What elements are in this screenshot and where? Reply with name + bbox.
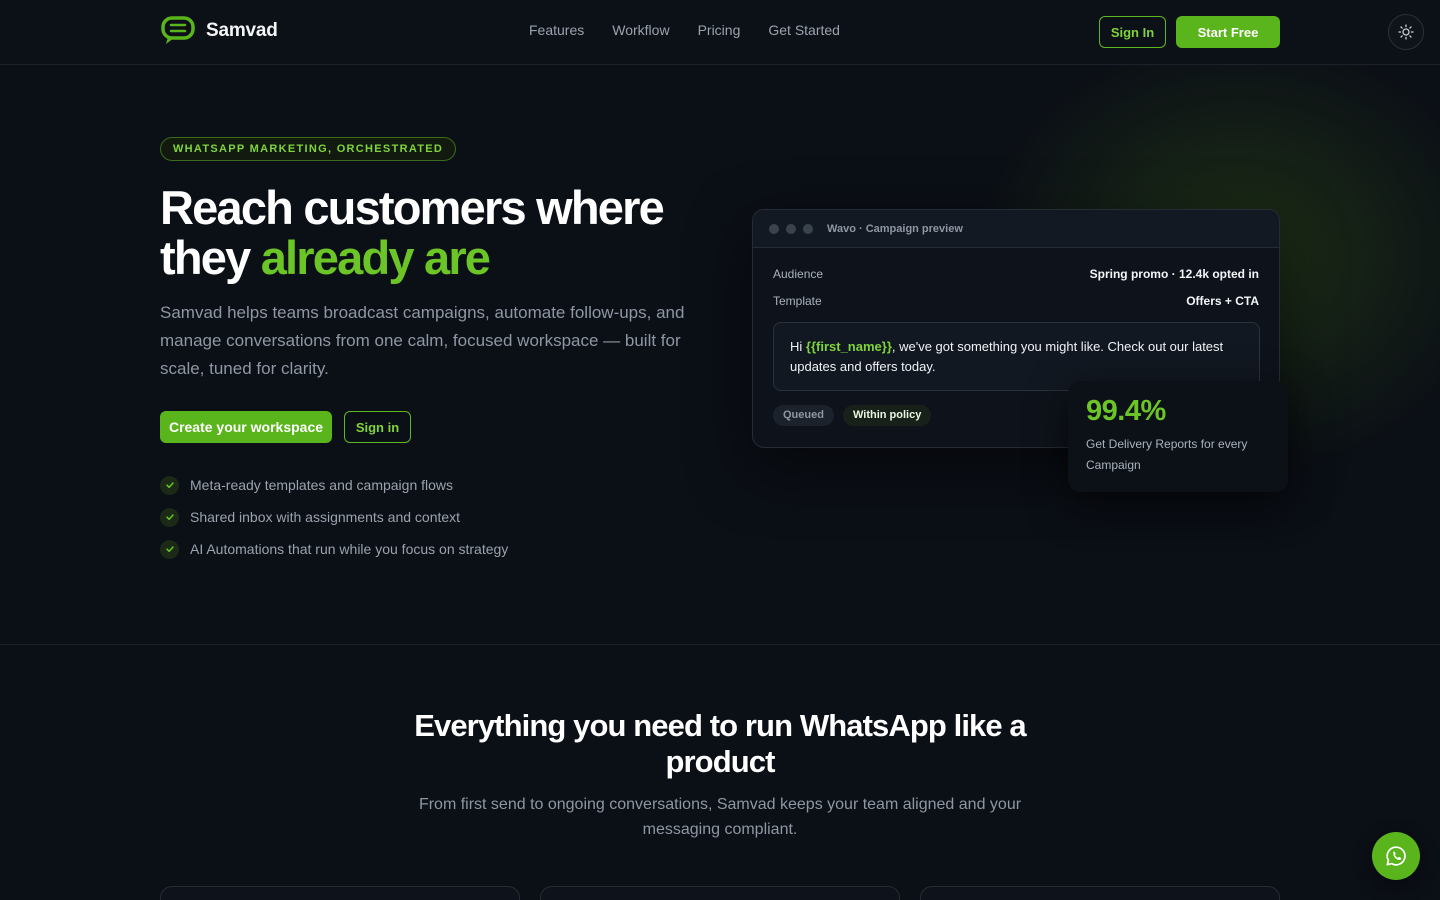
- delivery-stat-card: 99.4% Get Delivery Reports for every Cam…: [1068, 381, 1288, 492]
- hero-subtitle: Samvad helps teams broadcast campaigns, …: [160, 303, 685, 378]
- top-nav: Samvad Features Workflow Pricing Get Sta…: [0, 0, 1440, 65]
- audience-value: Spring promo · 12.4k opted in: [1089, 267, 1259, 281]
- feature-list: Meta-ready templates and campaign flows …: [160, 469, 508, 565]
- feature-card: [540, 886, 900, 900]
- window-dot-icon: [786, 223, 796, 234]
- check-icon: [160, 539, 179, 559]
- check-icon: [160, 475, 179, 495]
- hero-title-line1: Reach customers where: [160, 181, 665, 234]
- message-prefix: Hi: [790, 339, 806, 354]
- nav-sign-in-button[interactable]: Sign In: [1099, 16, 1166, 48]
- hero-sign-in-button[interactable]: Sign in: [344, 411, 411, 443]
- message-variable: {{first_name}}: [805, 339, 892, 354]
- audience-label: Audience: [773, 267, 824, 281]
- preview-window-title: Wavo · Campaign preview: [827, 222, 963, 235]
- feature-text: AI Automations that run while you focus …: [190, 541, 509, 557]
- sun-icon: [1398, 24, 1414, 40]
- eyebrow-badge: WHATSAPP MARKETING, ORCHESTRATED: [160, 137, 457, 161]
- feature-item: Shared inbox with assignments and contex…: [160, 501, 508, 533]
- template-row: Template Offers + CTA: [773, 294, 1259, 308]
- features-section: Everything you need to run WhatsApp like…: [0, 646, 1440, 900]
- feature-item: Meta-ready templates and campaign flows: [160, 469, 508, 501]
- feature-card: [160, 886, 520, 900]
- delivery-rate-label: Get Delivery Reports for every Campaign: [1086, 437, 1248, 472]
- delivery-rate-value: 99.4%: [1086, 395, 1166, 427]
- theme-toggle-button[interactable]: [1388, 14, 1424, 50]
- nav-links: Features Workflow Pricing Get Started: [529, 22, 840, 38]
- hero-title: Reach customers where they already are: [160, 183, 720, 283]
- feature-card: [920, 886, 1280, 900]
- template-value: Offers + CTA: [1186, 294, 1259, 308]
- chat-bubble-logo-icon: [161, 16, 195, 44]
- nav-link-features[interactable]: Features: [529, 22, 584, 38]
- nav-link-pricing[interactable]: Pricing: [698, 22, 741, 38]
- feature-item: AI Automations that run while you focus …: [160, 533, 508, 565]
- section-subtitle: From first send to ongoing conversations…: [418, 796, 1022, 838]
- check-icon: [160, 507, 179, 527]
- feature-text: Meta-ready templates and campaign flows: [190, 477, 454, 493]
- section-title: Everything you need to run WhatsApp like…: [414, 708, 1026, 779]
- nav-start-free-button[interactable]: Start Free: [1176, 16, 1280, 48]
- hero-title-line2: they: [160, 231, 261, 284]
- status-badge-policy: Within policy: [843, 405, 932, 426]
- preview-window-header: Wavo · Campaign preview: [753, 210, 1279, 248]
- hero-title-accent: already are: [260, 231, 491, 284]
- whatsapp-icon: [1386, 846, 1406, 866]
- brand-name: Samvad: [206, 20, 278, 41]
- create-workspace-button[interactable]: Create your workspace: [160, 411, 332, 443]
- nav-link-workflow[interactable]: Workflow: [612, 22, 669, 38]
- feature-text: Shared inbox with assignments and contex…: [190, 509, 461, 525]
- template-label: Template: [773, 294, 822, 308]
- audience-row: Audience Spring promo · 12.4k opted in: [773, 267, 1259, 281]
- whatsapp-chat-button[interactable]: [1372, 832, 1420, 880]
- brand-logo-link[interactable]: Samvad: [160, 15, 278, 47]
- status-badge-queued: Queued: [773, 405, 834, 426]
- nav-link-get-started[interactable]: Get Started: [768, 22, 840, 38]
- hero-section: WHATSAPP MARKETING, ORCHESTRATED Reach c…: [0, 65, 1440, 645]
- window-dot-icon: [803, 223, 813, 234]
- window-dot-icon: [769, 223, 779, 234]
